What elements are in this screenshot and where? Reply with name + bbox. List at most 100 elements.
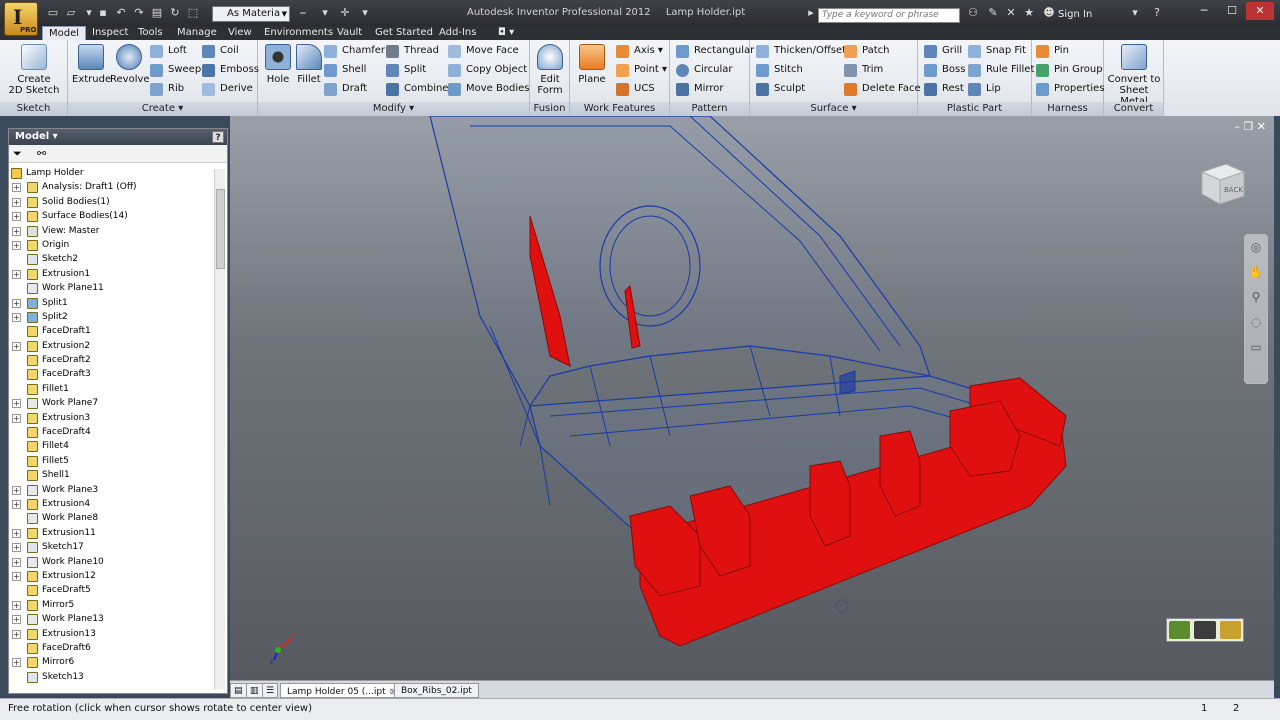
tree-node[interactable]: + Work Plane3 [9,483,214,497]
tree-node[interactable]: + Extrusion4 [9,497,214,511]
tree-node[interactable]: + Split1 [9,296,214,310]
edit-form-button[interactable]: Edit Form [534,44,566,96]
signin-dropdown-icon[interactable]: ▾ [1128,6,1142,20]
zebra-analysis-icon[interactable] [1219,621,1241,639]
expand-icon[interactable]: + [12,615,21,625]
extrude-button[interactable]: Extrude [72,44,111,85]
document-tab-box-ribs[interactable]: Box_Ribs_02.ipt [394,683,479,698]
expand-icon[interactable]: + [12,312,21,322]
lip-button[interactable]: Lip [966,81,1001,97]
tree-node[interactable]: Fillet5 [9,454,214,468]
expand-icon[interactable]: + [12,528,21,538]
close-button[interactable]: ✕ [1246,2,1274,20]
communication-icon[interactable]: ✕ [1004,6,1018,20]
rectangular-pattern-button[interactable]: Rectangular [674,43,754,59]
pin-group-button[interactable]: Pin Group [1034,62,1103,78]
expand-icon[interactable]: + [12,543,21,553]
tab-inspect[interactable]: Inspect [86,26,134,40]
revolve-button[interactable]: Revolve [110,44,150,85]
tree-node[interactable]: + Work Plane10 [9,555,214,569]
tab-tools[interactable]: Tools [132,26,169,40]
tree-node[interactable]: + Work Plane13 [9,612,214,626]
quick-access-dropdown-icon[interactable]: ▾ [82,6,96,20]
tree-node[interactable]: + Extrusion11 [9,526,214,540]
tree-node[interactable]: FaceDraft1 [9,324,214,338]
tab-model[interactable]: Model [42,26,87,40]
expand-icon[interactable]: + [12,341,21,351]
snap-fit-button[interactable]: Snap Fit [966,43,1026,59]
viewport-close-icon[interactable]: ✕ [1257,120,1266,133]
delete-face-button[interactable]: Delete Face [842,81,921,97]
tab-environments[interactable]: Environments [258,26,339,40]
open-icon[interactable]: ▱ [64,6,78,20]
combine-button[interactable]: Combine [384,81,448,97]
minimize-button[interactable]: ─ [1190,2,1218,20]
select-icon[interactable]: ⬚ [186,6,200,20]
viewport-restore-icon[interactable]: ❐ [1243,120,1253,133]
tree-node[interactable]: Fillet1 [9,382,214,396]
circular-pattern-button[interactable]: Circular [674,62,733,78]
tree-node[interactable]: + Extrusion13 [9,627,214,641]
axis-button[interactable]: Axis ▾ [614,43,663,59]
tree-node[interactable]: + Work Plane7 [9,396,214,410]
viewcube[interactable]: BACK [1196,158,1248,210]
sculpt-button[interactable]: Sculpt [754,81,805,97]
rib-button[interactable]: Rib [148,81,184,97]
ucs-button[interactable]: UCS [614,81,655,97]
tree-node[interactable]: + Sketch17 [9,540,214,554]
tree-scrollbar-thumb[interactable] [216,189,225,269]
copy-object-button[interactable]: Copy Object [446,62,527,78]
tree-node[interactable]: + Solid Bodies(1) [9,195,214,209]
tree-node[interactable]: Shell1 [9,468,214,482]
print-icon[interactable]: ▤ [150,6,164,20]
expand-icon[interactable]: + [12,399,21,409]
expand-icon[interactable]: + [12,629,21,639]
derive-button[interactable]: Derive [200,81,253,97]
tree-node[interactable]: Sketch2 [9,252,214,266]
coil-button[interactable]: Coil [200,43,239,59]
tree-node[interactable]: + Extrusion1 [9,267,214,281]
hole-button[interactable]: Hole [262,44,294,85]
thicken-offset-button[interactable]: Thicken/Offset [754,43,846,59]
patch-button[interactable]: Patch [842,43,889,59]
subscription-icon[interactable]: ✎ [986,6,1000,20]
plane-button[interactable]: Plane [574,44,610,85]
tree-node[interactable]: + Origin [9,238,214,252]
save-icon[interactable]: ▪ [96,6,110,20]
tree-node[interactable]: + Mirror5 [9,598,214,612]
create-2d-sketch-button[interactable]: Create 2D Sketch [8,44,60,96]
tab-get-started[interactable]: Get Started [369,26,439,40]
lamp-holder-model[interactable] [230,116,1274,680]
filter-icon[interactable]: ⏷ [13,147,22,161]
document-tab-lamp-holder[interactable]: Lamp Holder 05 (...ipt ⊠ [280,683,404,698]
pan-icon[interactable]: ✋ [1245,260,1267,285]
help-icon[interactable]: ? [1150,6,1164,20]
zoom-icon[interactable]: ⚲ [1245,285,1267,310]
pin-button[interactable]: Pin [1034,43,1069,59]
expand-icon[interactable]: + [12,197,21,207]
rule-fillet-button[interactable]: Rule Fillet [966,62,1034,78]
mirror-button[interactable]: Mirror [674,81,723,97]
search-input[interactable]: Type a keyword or phrase [818,8,960,23]
draft-button[interactable]: Draft [322,81,367,97]
material-dropdown[interactable]: As Materia ▼ [212,6,290,22]
expand-icon[interactable]: + [12,571,21,581]
appearance-icon[interactable]: ⎯ [296,6,310,20]
adjust-icon[interactable]: ✛ [338,6,352,20]
move-face-button[interactable]: Move Face [446,43,519,59]
ribbon-display-toggle-icon[interactable]: ◘ ▾ [492,26,520,40]
look-at-icon[interactable]: ▭ [1245,335,1267,360]
expand-icon[interactable]: + [12,298,21,308]
tile-vertical-icon[interactable]: ▥ [246,683,263,698]
tree-node[interactable]: + Surface Bodies(14) [9,209,214,223]
expand-icon[interactable]: + [12,226,21,236]
graphics-window[interactable]: – ❐ ✕ BACK ◎ ✋ ⚲ ◌ ▭ x z [230,116,1274,680]
chamfer-button[interactable]: Chamfer [322,43,385,59]
split-button[interactable]: Split [384,62,426,78]
customize-icon[interactable]: ▾ [358,6,372,20]
tree-node[interactable]: Lamp Holder [9,166,214,180]
browser-title[interactable]: Model [15,131,49,142]
tile-horizontal-icon[interactable]: ▤ [230,683,247,698]
grill-button[interactable]: Grill [922,43,962,59]
tree-node[interactable]: + Mirror6 [9,655,214,669]
